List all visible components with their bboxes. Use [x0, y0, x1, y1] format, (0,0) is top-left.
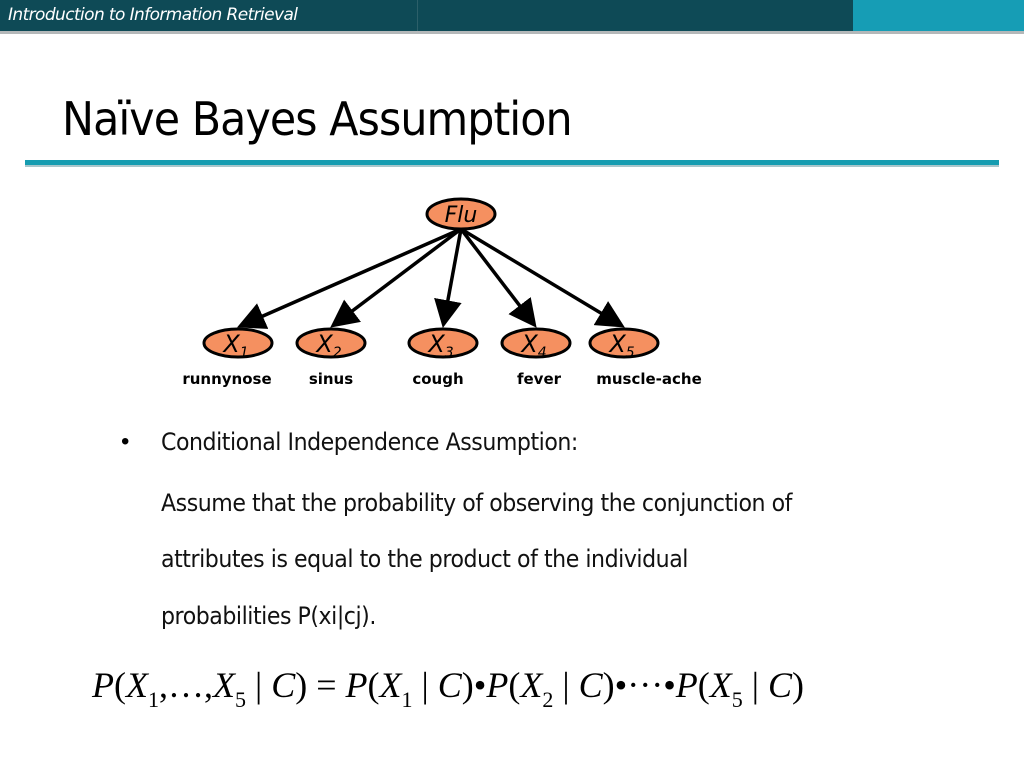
child-node-muscle-ache: X5muscle-ache: [588, 327, 702, 388]
child-node-cough: X3cough: [407, 327, 479, 388]
edges: [237, 227, 625, 329]
child-node-fever: X4fever: [500, 327, 572, 388]
joint-probability-formula: P(X1,…,X5 | C) = P(X1 | C)•P(X2 | C)•···…: [92, 665, 805, 712]
variable-name-fever: fever: [517, 370, 562, 388]
paragraph-line-2: attributes is equal to the product of th…: [161, 545, 688, 573]
variable-name-runnynose: runnynose: [182, 370, 271, 388]
bullet-heading: Conditional Independence Assumption:: [161, 428, 578, 456]
edge-flu-to-fever: [459, 227, 537, 328]
variable-name-sinus: sinus: [309, 370, 353, 388]
edge-flu-to-cough: [434, 228, 463, 328]
root-node-label: Flu: [445, 203, 478, 228]
formula-rhs: P(X1 | C)•P(X2 | C)•···•P(X5 | C): [345, 665, 805, 712]
child-node-sinus: X2sinus: [295, 327, 367, 388]
nodes: Flu X1runnynose X2sinus X3cough X4fever X5mu…: [182, 197, 702, 388]
bayes-network-diagram: Flu X1runnynose X2sinus X3cough X4fever X5mu…: [182, 197, 702, 388]
edge-flu-to-muscle-ache: [460, 227, 625, 328]
child-node-runnynose: X1runnynose: [182, 327, 274, 388]
variable-name-cough: cough: [412, 370, 463, 388]
formula-lhs: P(X1,…,X5 | C): [92, 665, 308, 712]
paragraph-line-3: probabilities P(xi|cj).: [161, 602, 376, 630]
variable-name-muscle-ache: muscle-ache: [596, 370, 702, 388]
bullet-marker: •: [121, 428, 130, 455]
paragraph-line-1: Assume that the probability of observing…: [161, 489, 792, 517]
root-node-flu: Flu: [425, 197, 497, 231]
